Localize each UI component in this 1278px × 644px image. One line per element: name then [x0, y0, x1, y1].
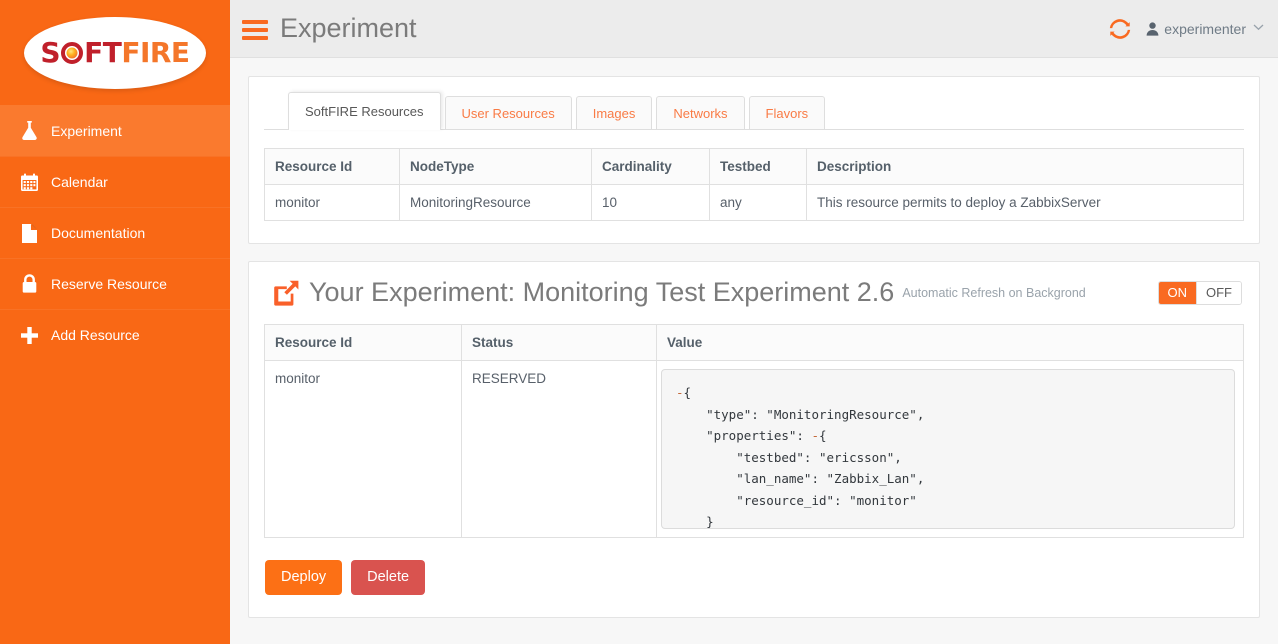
- sidebar-item-reserve-resource[interactable]: Reserve Resource: [0, 258, 230, 309]
- tab-label: Images: [592, 105, 636, 121]
- cell-resource-id: monitor: [264, 360, 462, 538]
- username-label: experimenter: [1164, 20, 1246, 37]
- plus-icon: [14, 326, 44, 345]
- tab-label: Networks: [673, 105, 728, 121]
- auto-refresh-toggle[interactable]: ON OFF: [1157, 280, 1242, 305]
- topbar-right: experimenter: [1108, 17, 1264, 41]
- cell-testbed: any: [709, 184, 807, 221]
- user-icon: [1146, 21, 1159, 36]
- tab-label: SoftFIRE Resources: [305, 104, 424, 119]
- experiment-header: Your Experiment: Monitoring Test Experim…: [264, 279, 1244, 306]
- cell-status: RESERVED: [461, 360, 657, 538]
- table-header-row: Resource Id Status Value: [264, 324, 1244, 361]
- your-experiment-panel: Your Experiment: Monitoring Test Experim…: [248, 261, 1260, 618]
- logo-text: S FT FIRE: [40, 35, 190, 69]
- app-root: S FT FIRE Experiment Calendar Documentat…: [0, 0, 1278, 644]
- column-header-resource-id: Resource Id: [264, 324, 462, 361]
- brand-logo[interactable]: S FT FIRE: [0, 0, 230, 105]
- content-area: SoftFIRE Resources User Resources Images…: [230, 58, 1278, 644]
- sidebar-item-add-resource[interactable]: Add Resource: [0, 309, 230, 360]
- page-title: Experiment: [280, 13, 417, 43]
- external-link-icon[interactable]: [273, 279, 300, 306]
- column-header-cardinality: Cardinality: [591, 148, 710, 185]
- sidebar-item-label: Add Resource: [51, 327, 140, 343]
- column-header-value: Value: [656, 324, 1244, 361]
- deploy-button[interactable]: Deploy: [265, 560, 343, 595]
- column-header-description: Description: [806, 148, 1244, 185]
- auto-refresh-label: Automatic Refresh on Backgrond: [902, 285, 1086, 300]
- document-icon: [14, 223, 44, 244]
- sidebar-nav: Experiment Calendar Documentation Reserv…: [0, 105, 230, 360]
- experiment-resources-table: Resource Id Status Value monitor RESERVE…: [264, 324, 1244, 538]
- tab-label: User Resources: [461, 105, 555, 121]
- cell-value: -{ "type": "MonitoringResource", "proper…: [656, 360, 1244, 538]
- hamburger-icon[interactable]: [242, 19, 268, 40]
- logo-letters-ft: FT: [84, 35, 122, 69]
- sidebar-item-documentation[interactable]: Documentation: [0, 207, 230, 258]
- column-header-nodetype: NodeType: [399, 148, 592, 185]
- sidebar-item-experiment[interactable]: Experiment: [0, 105, 230, 156]
- delete-button[interactable]: Delete: [351, 560, 426, 595]
- tab-images[interactable]: Images: [575, 96, 653, 129]
- flask-icon: [14, 120, 44, 141]
- tab-user-resources[interactable]: User Resources: [444, 96, 572, 129]
- table-row[interactable]: monitor RESERVED -{ "type": "MonitoringR…: [264, 360, 1244, 538]
- main-area: Experiment experimenter SoftFIRE Resourc…: [230, 0, 1278, 644]
- tab-networks[interactable]: Networks: [656, 96, 745, 129]
- cell-cardinality: 10: [591, 184, 710, 221]
- column-header-testbed: Testbed: [709, 148, 807, 185]
- logo-flame-o-icon: [61, 41, 84, 64]
- user-menu[interactable]: experimenter: [1146, 21, 1264, 37]
- tab-label: Flavors: [765, 105, 809, 121]
- softfire-resources-panel: SoftFIRE Resources User Resources Images…: [248, 76, 1260, 244]
- topbar: Experiment experimenter: [230, 0, 1278, 58]
- action-buttons: Deploy Delete: [264, 560, 1244, 595]
- json-viewer[interactable]: -{ "type": "MonitoringResource", "proper…: [661, 369, 1235, 529]
- sidebar-item-label: Experiment: [51, 122, 122, 139]
- refresh-icon[interactable]: [1108, 17, 1132, 41]
- toggle-off-button[interactable]: OFF: [1196, 281, 1241, 304]
- table-row[interactable]: monitor MonitoringResource 10 any This r…: [264, 184, 1244, 221]
- sidebar-item-label: Calendar: [51, 174, 108, 190]
- logo-ellipse: S FT FIRE: [24, 16, 206, 89]
- table-header-row: Resource Id NodeType Cardinality Testbed…: [264, 148, 1244, 185]
- cell-nodetype: MonitoringResource: [399, 184, 592, 221]
- logo-letter-s: S: [40, 35, 61, 69]
- column-header-resource-id: Resource Id: [264, 148, 400, 185]
- cell-description: This resource permits to deploy a Zabbix…: [806, 184, 1244, 221]
- softfire-resources-table: Resource Id NodeType Cardinality Testbed…: [264, 148, 1244, 221]
- lock-icon: [14, 274, 44, 294]
- calendar-icon: [14, 173, 44, 192]
- tab-flavors[interactable]: Flavors: [748, 96, 826, 129]
- logo-word-fire: FIRE: [121, 35, 190, 69]
- experiment-title: Your Experiment: Monitoring Test Experim…: [309, 277, 895, 307]
- sidebar-item-calendar[interactable]: Calendar: [0, 156, 230, 207]
- sidebar-item-label: Reserve Resource: [51, 276, 167, 292]
- column-header-status: Status: [461, 324, 657, 361]
- sidebar: S FT FIRE Experiment Calendar Documentat…: [0, 0, 230, 644]
- cell-resource-id: monitor: [264, 184, 400, 221]
- sidebar-item-label: Documentation: [51, 225, 146, 241]
- resource-tabs: SoftFIRE Resources User Resources Images…: [264, 92, 1244, 130]
- chevron-down-icon: [1253, 23, 1264, 34]
- tab-softfire-resources[interactable]: SoftFIRE Resources: [288, 92, 441, 130]
- toggle-on-button[interactable]: ON: [1158, 281, 1196, 304]
